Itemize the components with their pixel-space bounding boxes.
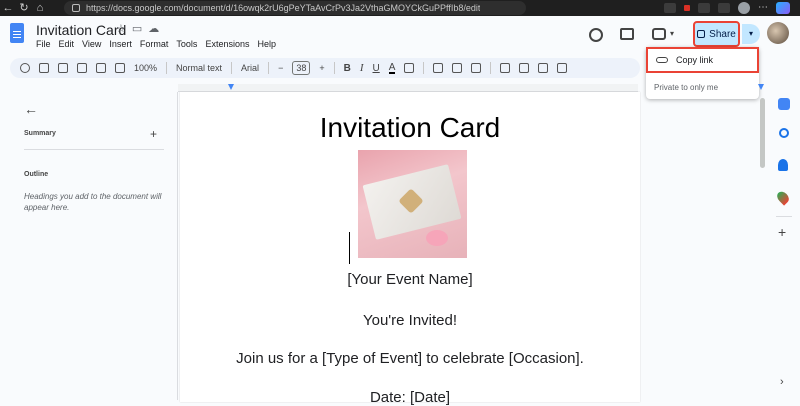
calendar-icon[interactable] xyxy=(778,98,790,110)
vertical-ruler xyxy=(177,92,178,400)
document-title[interactable]: Invitation Card xyxy=(36,22,126,38)
document-page[interactable]: Invitation Card [Your Event Name] You're… xyxy=(180,92,640,406)
date-line[interactable]: Date: [Date] xyxy=(180,389,640,406)
menu-help[interactable]: Help xyxy=(257,39,276,49)
contacts-icon[interactable] xyxy=(778,159,788,171)
cloud-status-icon[interactable]: ☁ xyxy=(148,22,159,35)
scrollbar-thumb[interactable] xyxy=(760,98,765,168)
style-select[interactable]: Normal text xyxy=(176,63,222,73)
notification-badge-icon[interactable] xyxy=(684,5,690,11)
event-name-line[interactable]: [Your Event Name] xyxy=(180,271,640,288)
formatting-toolbar: 100% Normal text Arial − 38 + B I U A xyxy=(10,58,640,78)
toolbar-divider xyxy=(423,62,425,74)
outline-hint: Headings you add to the document will ap… xyxy=(24,192,162,212)
copy-link-item[interactable]: Copy link xyxy=(646,47,759,73)
rose-decoration xyxy=(426,230,448,246)
paint-format-icon[interactable] xyxy=(115,63,125,73)
summary-heading: Summary xyxy=(24,130,56,137)
tab-search-icon[interactable] xyxy=(718,3,730,13)
decrease-font-size-button[interactable]: − xyxy=(278,63,283,73)
get-addons-plus-icon[interactable]: + xyxy=(778,224,786,240)
expand-side-panel-icon[interactable]: › xyxy=(780,376,784,388)
invited-line[interactable]: You're Invited! xyxy=(180,312,640,329)
bold-button[interactable]: B xyxy=(344,63,351,74)
back-arrow-icon[interactable]: ← xyxy=(0,0,16,16)
tasks-icon[interactable] xyxy=(779,128,789,138)
toolbar-divider xyxy=(231,62,233,74)
search-menus-icon[interactable] xyxy=(20,63,30,73)
horizontal-ruler[interactable] xyxy=(178,84,764,92)
italic-button[interactable]: I xyxy=(360,62,364,74)
more-menu-icon[interactable]: ⋯ xyxy=(758,3,768,13)
join-us-line[interactable]: Join us for a [Type of Event] to celebra… xyxy=(180,350,640,367)
link-icon xyxy=(656,57,668,63)
browser-extensions: ⋯ xyxy=(664,0,800,16)
url-text: https://docs.google.com/document/d/16owq… xyxy=(86,3,481,13)
print-icon[interactable] xyxy=(77,63,87,73)
insert-link-icon[interactable] xyxy=(433,63,444,73)
underline-button[interactable]: U xyxy=(373,63,380,74)
outline-divider xyxy=(24,149,164,150)
toolbar-divider xyxy=(490,62,492,74)
menu-insert[interactable]: Insert xyxy=(109,39,132,49)
align-icon[interactable] xyxy=(500,63,511,73)
outline-heading: Outline xyxy=(24,171,49,178)
menu-view[interactable]: View xyxy=(82,39,101,49)
menu-edit[interactable]: Edit xyxy=(59,39,75,49)
share-menu: Copy link Private to only me xyxy=(646,47,759,99)
move-folder-icon[interactable]: ▭ xyxy=(132,22,142,35)
comments-icon[interactable] xyxy=(620,28,634,40)
site-info-icon[interactable] xyxy=(72,4,80,12)
toolbar-divider xyxy=(166,62,168,74)
checklist-icon[interactable] xyxy=(538,63,549,73)
share-label: Share xyxy=(709,28,736,40)
access-status: Private to only me xyxy=(654,83,719,92)
copy-link-label: Copy link xyxy=(676,55,714,65)
version-history-icon[interactable] xyxy=(589,28,603,42)
home-icon[interactable]: ⌂ xyxy=(32,0,48,16)
meet-icon[interactable] xyxy=(652,28,666,40)
maps-icon[interactable] xyxy=(774,189,792,206)
font-select[interactable]: Arial xyxy=(241,63,259,73)
text-cursor xyxy=(349,232,350,264)
left-indent-marker-icon[interactable] xyxy=(228,84,234,90)
font-size-input[interactable]: 38 xyxy=(292,61,311,75)
insert-image-icon[interactable] xyxy=(471,63,482,73)
highlight-icon[interactable] xyxy=(404,63,415,73)
menu-extensions[interactable]: Extensions xyxy=(205,39,249,49)
undo-icon[interactable] xyxy=(39,63,49,73)
redo-icon[interactable] xyxy=(58,63,68,73)
account-avatar[interactable] xyxy=(767,22,789,44)
bulleted-list-icon[interactable] xyxy=(557,63,568,73)
meet-dropdown-icon[interactable]: ▾ xyxy=(670,29,674,38)
document-heading[interactable]: Invitation Card xyxy=(180,112,640,144)
menu-bar: File Edit View Insert Format Tools Exten… xyxy=(36,39,276,49)
close-outline-arrow-icon[interactable]: ← xyxy=(24,101,38,117)
reload-icon[interactable]: ↻ xyxy=(16,0,32,16)
text-color-button[interactable]: A xyxy=(388,62,396,74)
menu-file[interactable]: File xyxy=(36,39,51,49)
line-spacing-icon[interactable] xyxy=(519,63,530,73)
title-actions: ☆ ▭ ☁ xyxy=(116,22,159,35)
toolbar-divider xyxy=(268,62,270,74)
add-summary-plus-icon[interactable]: + xyxy=(150,127,157,141)
toolbar-divider xyxy=(333,62,335,74)
lock-icon xyxy=(697,30,706,38)
profile-avatar-icon[interactable] xyxy=(738,2,750,14)
menu-tools[interactable]: Tools xyxy=(176,39,197,49)
spellcheck-icon[interactable] xyxy=(96,63,106,73)
invitation-card-image[interactable] xyxy=(358,150,467,258)
zoom-select[interactable]: 100% xyxy=(134,63,157,73)
copilot-icon[interactable] xyxy=(776,2,790,14)
star-icon[interactable]: ☆ xyxy=(116,22,126,35)
address-bar[interactable]: https://docs.google.com/document/d/16owq… xyxy=(64,1,526,15)
docs-logo-icon[interactable] xyxy=(10,23,24,43)
side-panel-divider xyxy=(776,216,792,217)
increase-font-size-button[interactable]: + xyxy=(319,63,324,73)
menu-format[interactable]: Format xyxy=(140,39,169,49)
share-button[interactable]: Share xyxy=(693,21,740,47)
extension-icon[interactable] xyxy=(698,3,710,13)
add-comment-icon[interactable] xyxy=(452,63,463,73)
extension-icon[interactable] xyxy=(664,3,676,13)
